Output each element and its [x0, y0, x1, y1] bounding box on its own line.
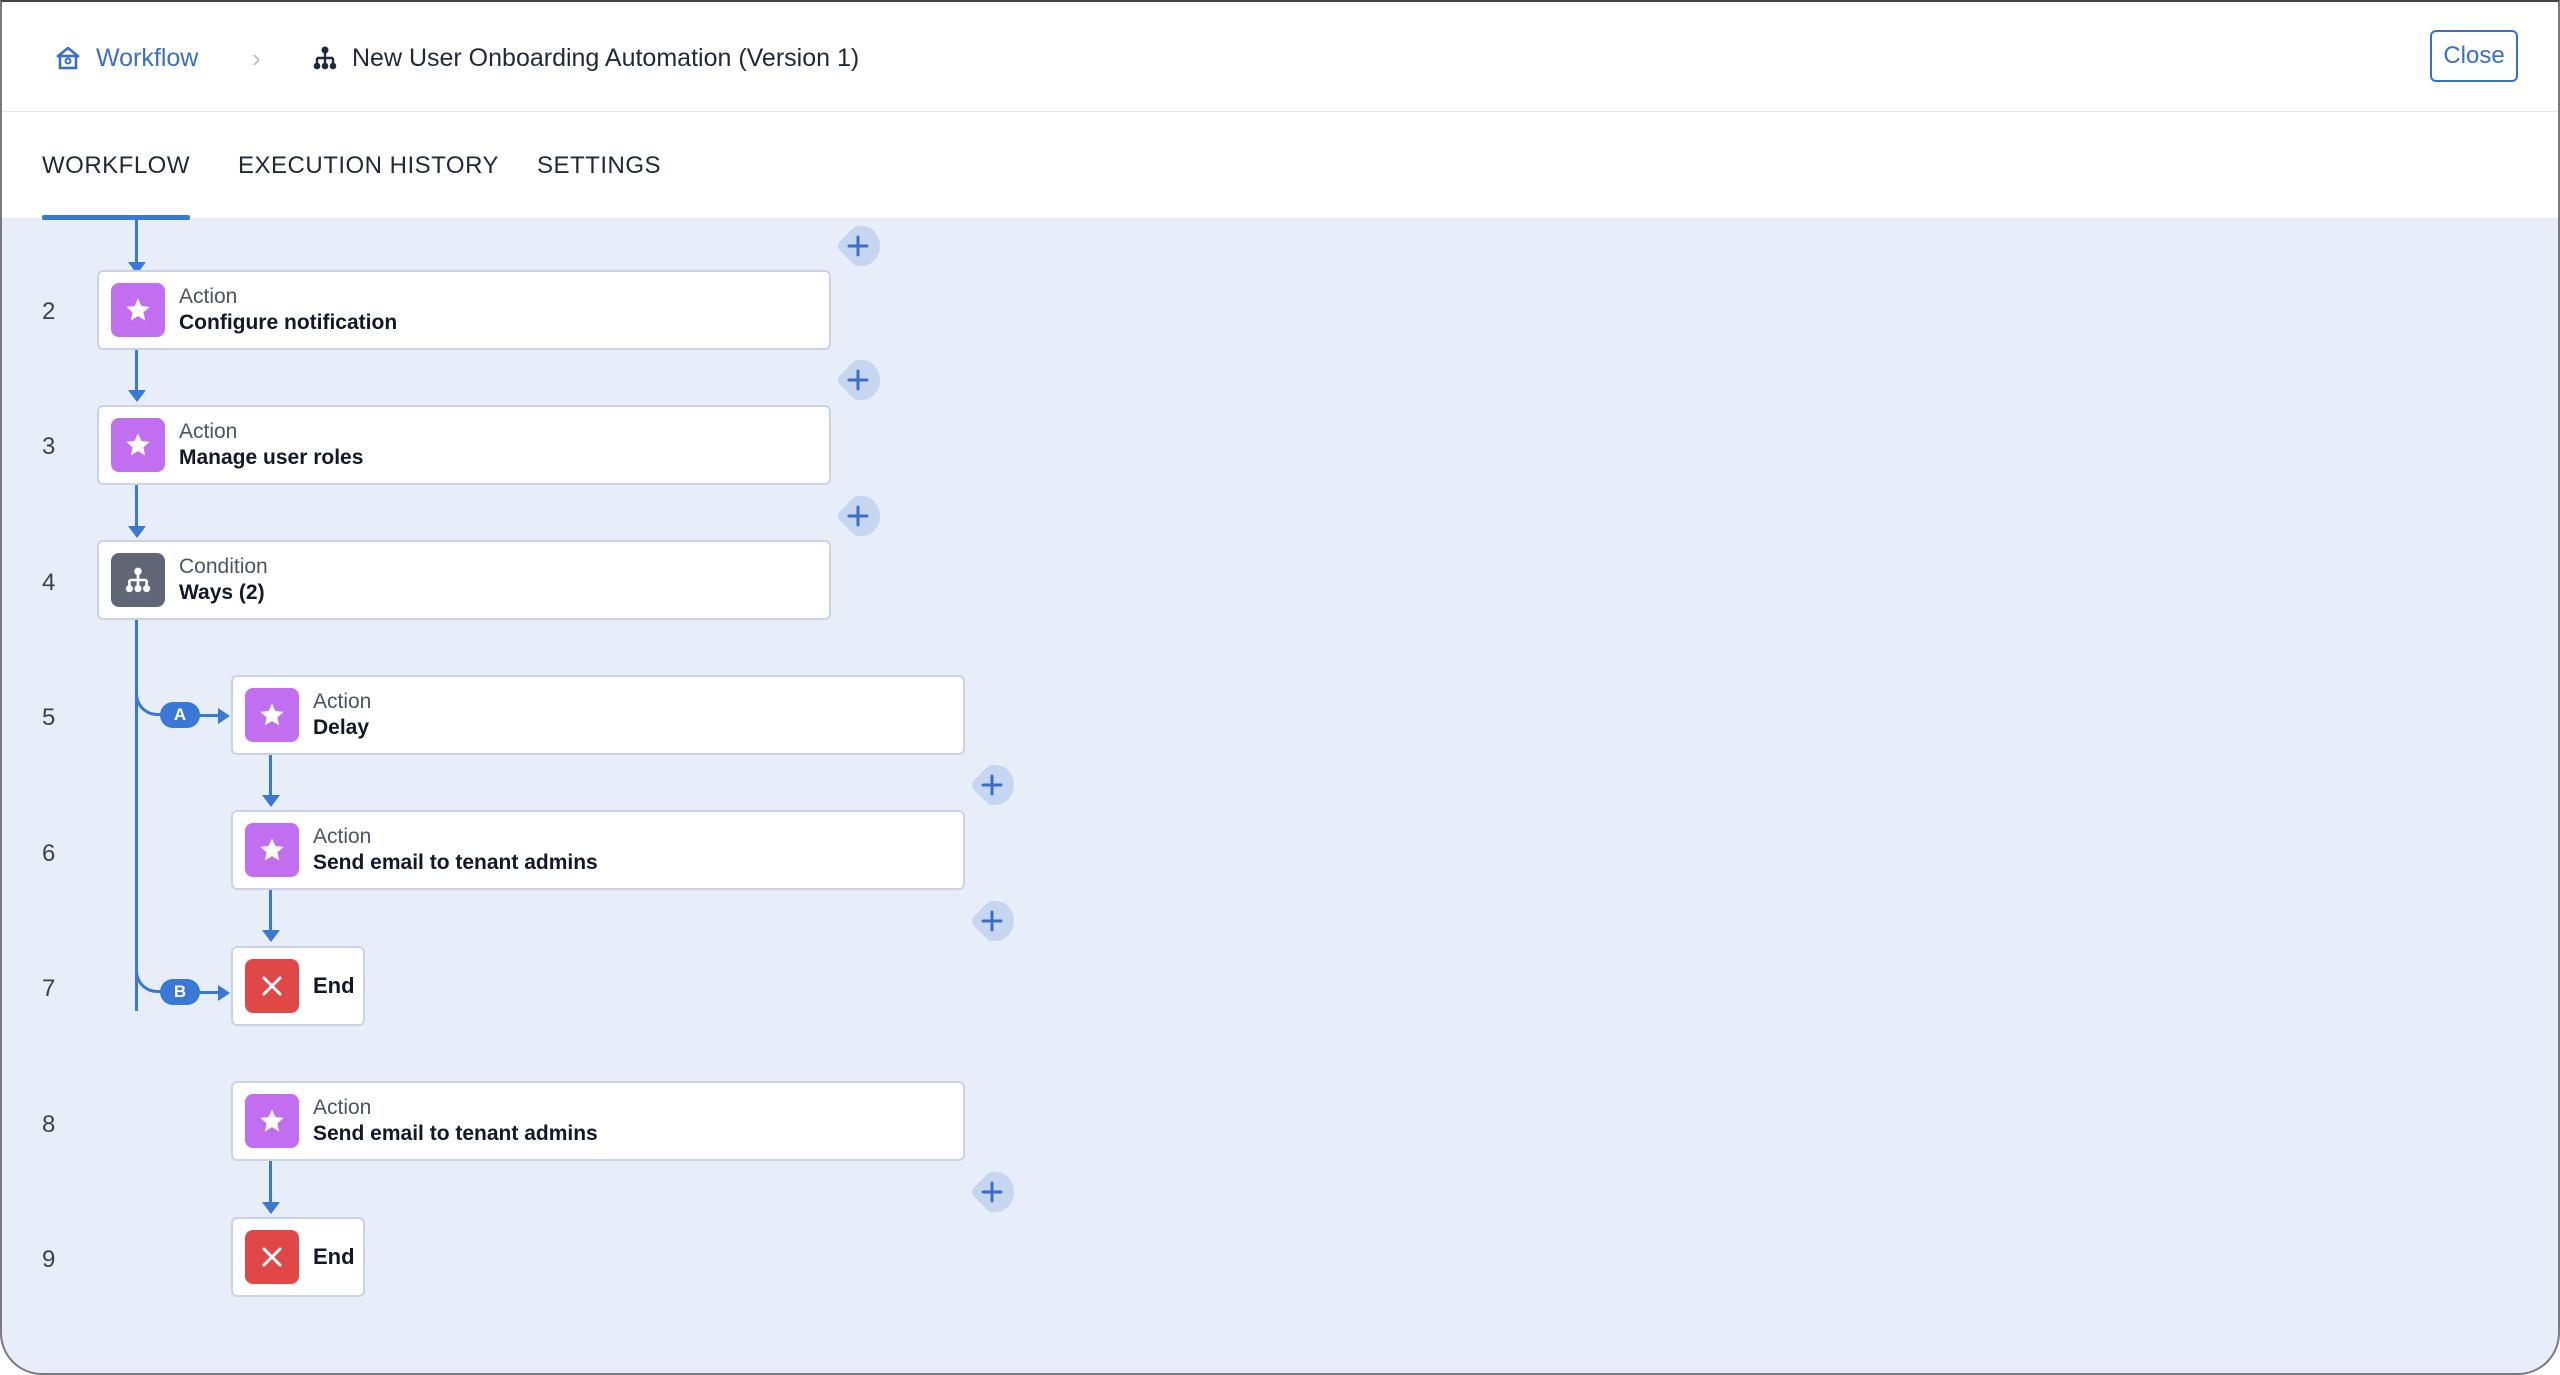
- step-node-send-email[interactable]: Action Send email to tenant admins: [231, 810, 965, 890]
- step-name: End: [313, 973, 355, 998]
- step-node-configure-notification[interactable]: Action Configure notification: [97, 270, 831, 350]
- step-node-send-email[interactable]: Action Send email to tenant admins: [231, 1081, 965, 1161]
- step-number: 4: [42, 569, 56, 596]
- star-icon: [111, 283, 165, 337]
- step-type: Action: [179, 285, 238, 308]
- close-button[interactable]: Close: [2430, 30, 2518, 82]
- branch-b-badge: B: [160, 979, 200, 1005]
- breadcrumb-home[interactable]: Workflow: [54, 36, 198, 80]
- connector-arrow: [262, 1202, 280, 1214]
- connector-line: [269, 1161, 272, 1204]
- step-number: 8: [42, 1111, 56, 1138]
- workflow-canvas[interactable]: A B 2 3 4 5 6 7 8 9 Action Configure not…: [2, 220, 2558, 1373]
- plus-icon: [981, 1181, 1003, 1203]
- step-type: Action: [179, 420, 238, 443]
- step-type: Action: [313, 1096, 372, 1119]
- step-type: Action: [313, 690, 372, 713]
- step-number: 3: [42, 433, 56, 460]
- add-step-button[interactable]: [969, 898, 1015, 944]
- star-icon: [245, 1094, 299, 1148]
- step-node-end[interactable]: End: [231, 1217, 365, 1297]
- branch-a-badge: A: [160, 702, 200, 728]
- branch-b-arrow: [218, 985, 230, 1001]
- page-title: New User Onboarding Automation (Version …: [352, 43, 860, 72]
- connector-arrow: [128, 526, 146, 538]
- branch-a-arrow: [218, 708, 230, 724]
- plus-icon: [847, 505, 869, 527]
- connector-line: [135, 483, 138, 528]
- branch-trunk-line: [135, 911, 138, 1011]
- step-name: Delay: [313, 716, 370, 739]
- step-number: 2: [42, 298, 56, 325]
- tab-execution-history[interactable]: EXECUTION HISTORY: [238, 112, 499, 219]
- close-icon: [245, 959, 299, 1013]
- step-name: Send email to tenant admins: [313, 851, 598, 874]
- tab-bar: WORKFLOW EXECUTION HISTORY SETTINGS: [2, 112, 2558, 220]
- connector-line: [269, 754, 272, 797]
- step-name: Configure notification: [179, 311, 398, 334]
- add-step-button[interactable]: [969, 762, 1015, 808]
- step-type: Condition: [179, 555, 268, 578]
- home-icon: [56, 46, 80, 70]
- add-step-button[interactable]: [835, 223, 881, 269]
- connector-line: [135, 348, 138, 392]
- step-number: 5: [42, 704, 56, 731]
- sitemap-icon: [313, 46, 337, 70]
- step-node-delay[interactable]: Action Delay: [231, 675, 965, 755]
- step-node-end[interactable]: End: [231, 946, 365, 1026]
- star-icon: [245, 823, 299, 877]
- tab-workflow[interactable]: WORKFLOW: [42, 112, 190, 220]
- breadcrumb-home-label: Workflow: [96, 43, 199, 72]
- step-name: Manage user roles: [179, 446, 364, 469]
- workflow-window: Workflow › New User Onboarding Automatio…: [0, 0, 2560, 1375]
- connector-arrow: [262, 795, 280, 807]
- step-node-manage-user-roles[interactable]: Action Manage user roles: [97, 405, 831, 485]
- connector-arrow: [128, 390, 146, 402]
- plus-icon: [981, 774, 1003, 796]
- step-name: Send email to tenant admins: [313, 1122, 598, 1145]
- header-bar: Workflow › New User Onboarding Automatio…: [2, 2, 2558, 112]
- branch-trunk-line: [135, 618, 138, 911]
- step-name: End: [313, 1244, 355, 1269]
- breadcrumb-separator: ›: [252, 42, 261, 73]
- plus-icon: [847, 369, 869, 391]
- step-type: Action: [313, 825, 372, 848]
- plus-icon: [847, 235, 869, 257]
- connector-line: [135, 220, 138, 264]
- add-step-button[interactable]: [835, 493, 881, 539]
- step-name: Ways (2): [179, 581, 265, 604]
- connector-line: [269, 889, 272, 932]
- add-step-button[interactable]: [835, 357, 881, 403]
- step-number: 6: [42, 840, 56, 867]
- star-icon: [245, 688, 299, 742]
- breadcrumb-current: New User Onboarding Automation (Version …: [312, 36, 859, 80]
- branch-icon: [111, 553, 165, 607]
- star-icon: [111, 418, 165, 472]
- step-number: 9: [42, 1246, 56, 1273]
- step-number: 7: [42, 975, 56, 1002]
- tab-settings[interactable]: SETTINGS: [537, 112, 661, 219]
- add-step-button[interactable]: [969, 1169, 1015, 1215]
- plus-icon: [981, 910, 1003, 932]
- connector-arrow: [262, 930, 280, 942]
- close-icon: [245, 1230, 299, 1284]
- step-node-condition[interactable]: Condition Ways (2): [97, 540, 831, 620]
